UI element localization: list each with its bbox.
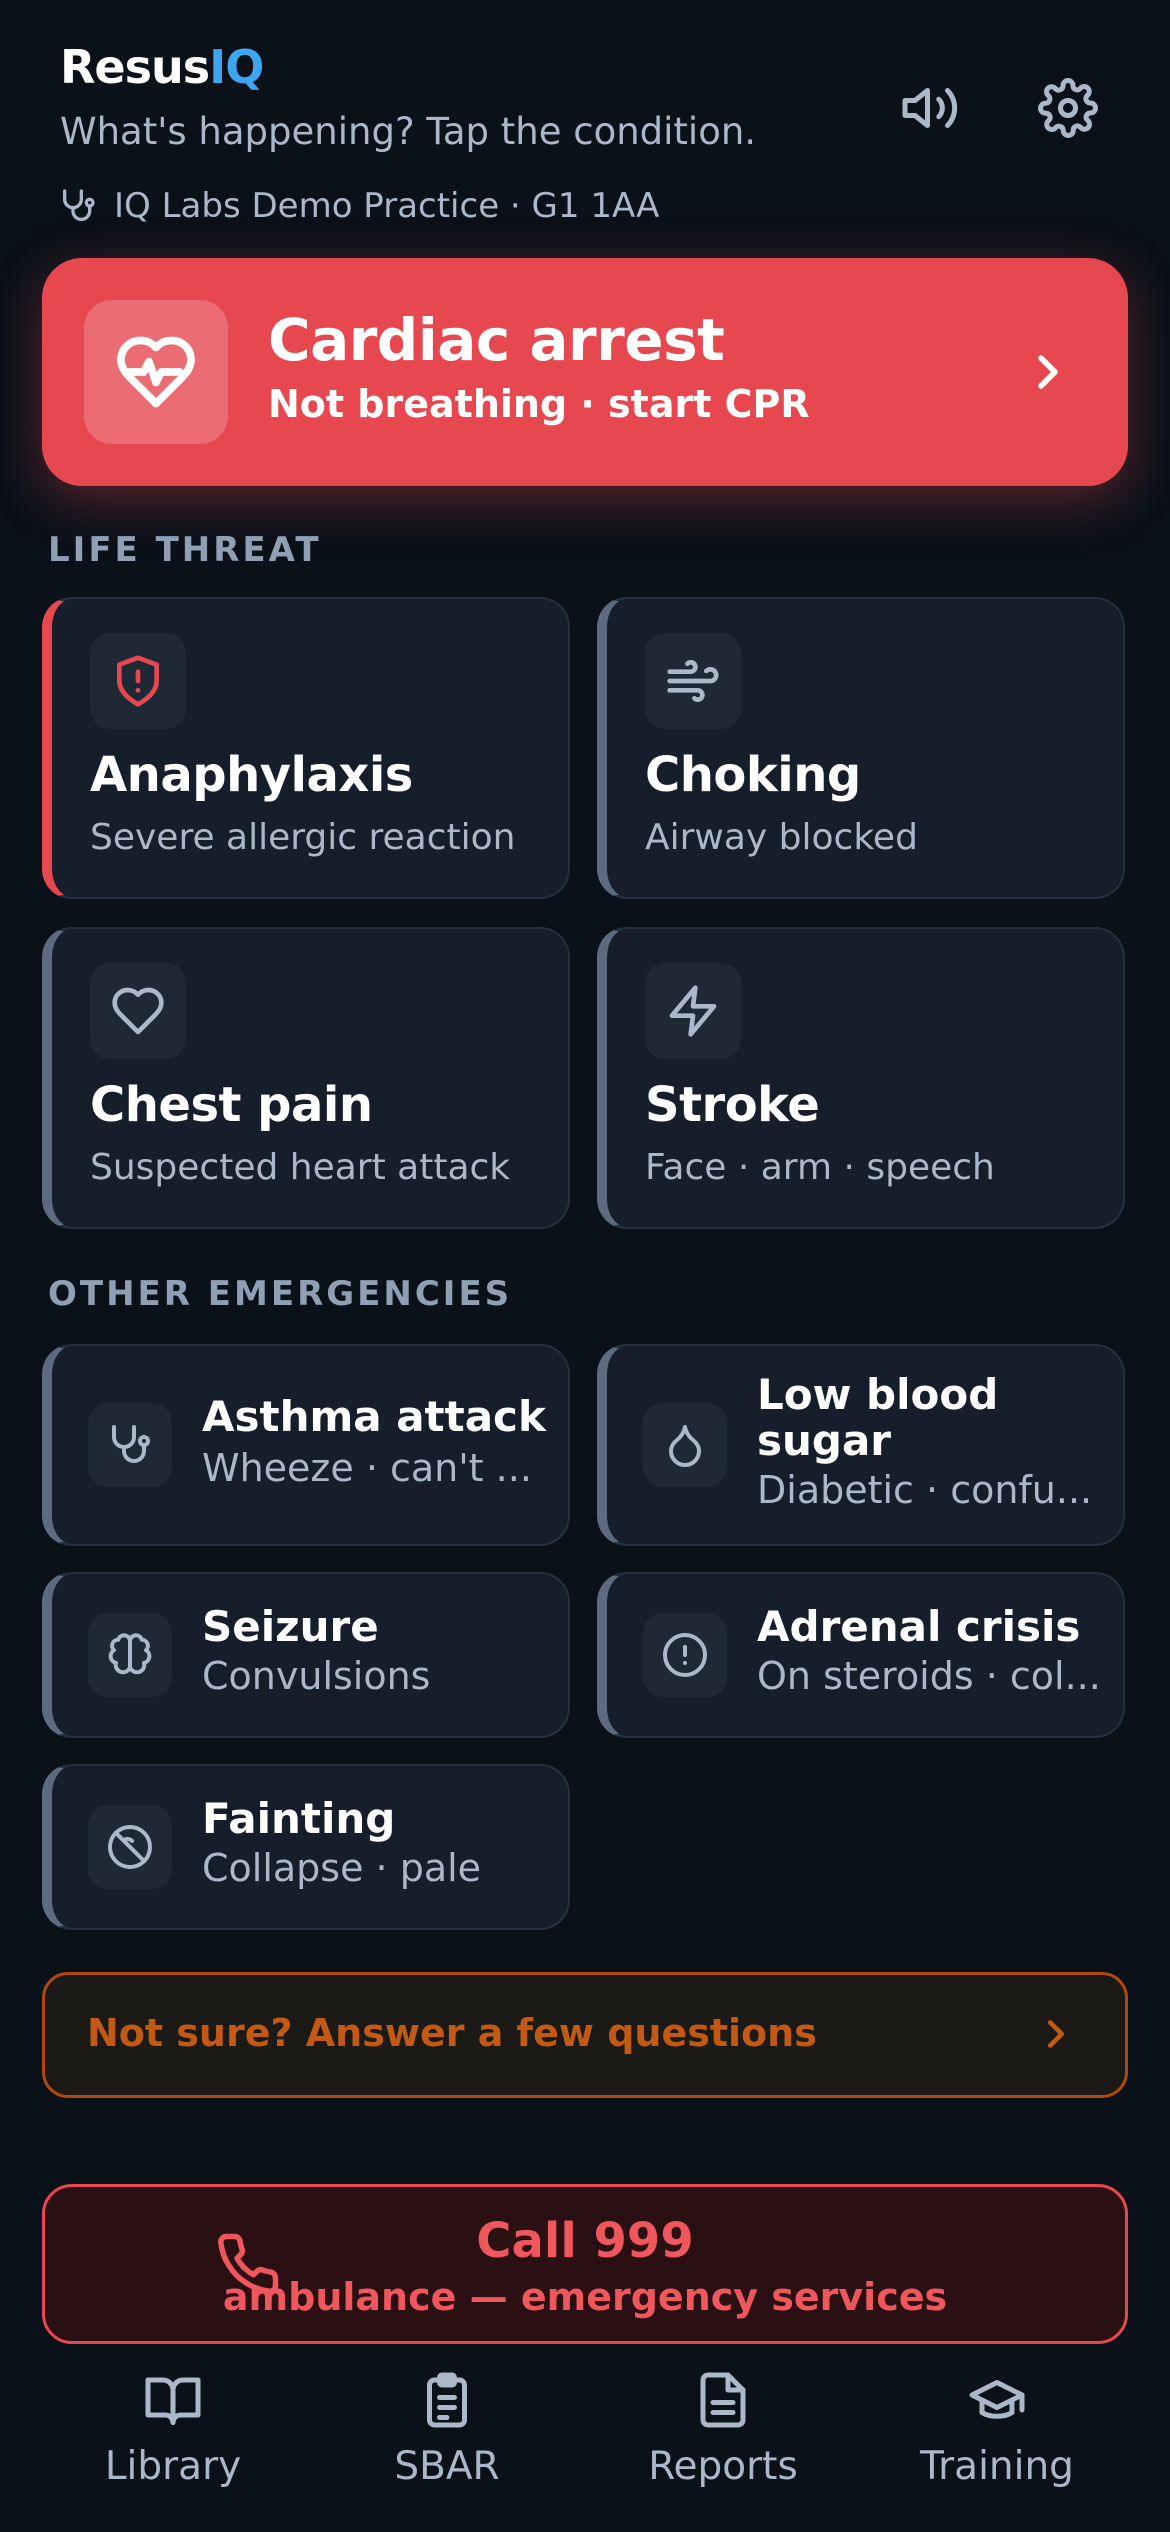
card-title: Chest pain — [90, 1077, 373, 1133]
card-subtitle: Suspected heart attack — [90, 1147, 511, 1188]
condition-card-choking[interactable]: Choking Airway blocked — [597, 597, 1125, 899]
card-subtitle: Airway blocked — [645, 817, 918, 858]
nav-item-reports[interactable]: Reports — [603, 2370, 843, 2510]
chevron-right-icon — [1033, 2011, 1079, 2057]
card-subtitle: Convulsions — [202, 1654, 431, 1698]
card-subtitle: Wheeze · can't ... — [202, 1446, 532, 1490]
nav-label: Training — [920, 2444, 1074, 2489]
book-icon — [143, 2370, 203, 2430]
practice-info: IQ Labs Demo Practice · G1 1AA — [58, 186, 659, 226]
card-title: Stroke — [645, 1077, 820, 1133]
shield-alert-icon — [90, 633, 186, 729]
heart-icon — [90, 963, 186, 1059]
heart-pulse-icon — [84, 300, 228, 444]
card-subtitle: Face · arm · speech — [645, 1147, 995, 1188]
practice-label: IQ Labs Demo Practice · G1 1AA — [114, 186, 660, 226]
wind-icon — [645, 633, 741, 729]
nav-label: Library — [104, 2444, 242, 2489]
card-title: Low blood sugar — [757, 1370, 999, 1465]
droplet-icon — [643, 1403, 727, 1487]
call-title: Call 999 — [476, 2213, 694, 2269]
condition-card-asthma[interactable]: Asthma attack Wheeze · can't ... — [42, 1344, 570, 1546]
settings-button[interactable] — [1030, 70, 1106, 146]
call-999-button[interactable]: Call 999 ambulance — emergency services — [42, 2184, 1128, 2344]
card-subtitle: Collapse · pale — [202, 1846, 482, 1890]
stethoscope-icon — [88, 1403, 172, 1487]
stethoscope-icon — [58, 186, 98, 226]
cardiac-title: Cardiac arrest — [268, 306, 725, 374]
card-title: Choking — [645, 747, 861, 803]
chevron-right-icon — [1020, 344, 1076, 400]
cardiac-subtitle: Not breathing · start CPR — [268, 382, 810, 426]
nav-label: Reports — [648, 2444, 798, 2489]
card-title: Anaphylaxis — [90, 747, 413, 803]
circle-off-icon — [88, 1805, 172, 1889]
cardiac-arrest-button[interactable]: Cardiac arrest Not breathing · start CPR — [42, 258, 1128, 486]
card-title: Adrenal crisis — [757, 1602, 1081, 1651]
sound-button[interactable] — [892, 70, 968, 146]
nav-item-library[interactable]: Library — [53, 2370, 293, 2510]
nav-item-sbar[interactable]: SBAR — [327, 2370, 567, 2510]
condition-card-fainting[interactable]: Fainting Collapse · pale — [42, 1764, 570, 1930]
alert-circle-icon — [643, 1613, 727, 1697]
gear-icon — [1038, 78, 1098, 138]
graduation-cap-icon — [967, 2370, 1027, 2430]
card-title: Fainting — [202, 1794, 396, 1843]
card-subtitle: On steroids · col... — [757, 1654, 1101, 1698]
call-subtitle: ambulance — emergency services — [222, 2275, 948, 2319]
condition-card-stroke[interactable]: Stroke Face · arm · speech — [597, 927, 1125, 1229]
triage-questions-label: Not sure? Answer a few questions — [87, 2011, 817, 2055]
section-life-threat: LIFE THREAT — [48, 530, 322, 570]
file-text-icon — [693, 2370, 753, 2430]
speaker-icon — [900, 78, 960, 138]
card-title: Asthma attack — [202, 1392, 546, 1441]
triage-questions-button[interactable]: Not sure? Answer a few questions — [42, 1972, 1128, 2098]
card-subtitle: Diabetic · confu... — [757, 1468, 1093, 1512]
nav-label: SBAR — [394, 2444, 500, 2489]
zap-icon — [645, 963, 741, 1059]
clipboard-icon — [417, 2370, 477, 2430]
condition-card-seizure[interactable]: Seizure Convulsions — [42, 1572, 570, 1738]
condition-card-adrenal-crisis[interactable]: Adrenal crisis On steroids · col... — [597, 1572, 1125, 1738]
bottom-nav: Library SBAR Reports Training — [0, 2360, 1170, 2532]
page-subtitle: What's happening? Tap the condition. — [60, 110, 757, 153]
card-subtitle: Severe allergic reaction — [90, 817, 516, 858]
app-logo: ResusIQ — [60, 40, 264, 94]
condition-card-anaphylaxis[interactable]: Anaphylaxis Severe allergic reaction — [42, 597, 570, 899]
card-title: Seizure — [202, 1602, 379, 1651]
section-other-emergencies: OTHER EMERGENCIES — [48, 1274, 513, 1314]
condition-card-chest-pain[interactable]: Chest pain Suspected heart attack — [42, 927, 570, 1229]
nav-item-training[interactable]: Training — [877, 2370, 1117, 2510]
condition-card-low-blood-sugar[interactable]: Low blood sugar Diabetic · confu... — [597, 1344, 1125, 1546]
brain-icon — [88, 1613, 172, 1697]
